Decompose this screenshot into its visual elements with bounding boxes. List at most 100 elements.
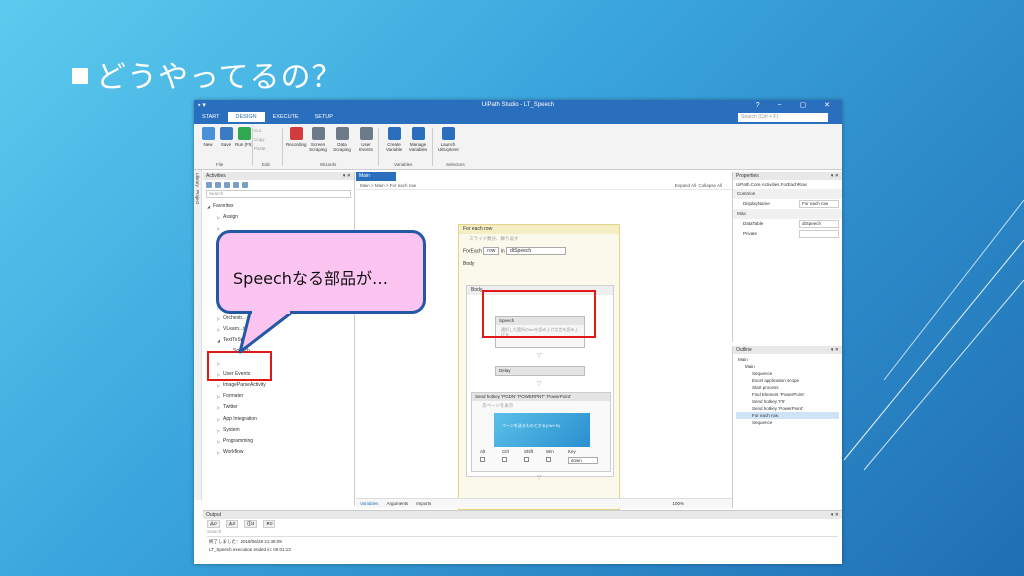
outline-item[interactable]: Send hotkey 'F5' (736, 398, 839, 405)
ribbon-button-5[interactable]: Data Scraping (332, 127, 352, 152)
checkbox[interactable] (546, 457, 551, 462)
outline-item[interactable]: Excel application scope (736, 377, 839, 384)
tab-execute[interactable]: EXECUTE (265, 112, 307, 122)
expand-arrow-icon[interactable]: ▷ (217, 212, 220, 223)
tab-main[interactable]: Main (356, 172, 396, 181)
collapse-icon[interactable] (215, 182, 221, 188)
activity-tree-item[interactable]: ▷ Workflow (203, 447, 354, 458)
expand-arrow-icon[interactable]: ▷ (217, 425, 220, 436)
ribbon-button-1[interactable]: Save (216, 127, 236, 147)
breadcrumb-text[interactable]: Main > Main > For each row (360, 183, 416, 188)
ribbon-button-8[interactable]: Manage Variables (408, 127, 428, 152)
tab-design[interactable]: DESIGN (227, 112, 265, 122)
activities-search[interactable]: Search (206, 190, 351, 198)
side-tab-library[interactable]: Library (195, 173, 200, 187)
property-value-field[interactable] (799, 230, 839, 238)
ribbon-button-9[interactable]: Launch UiExplorer (438, 127, 459, 152)
zoom-level[interactable]: 100% (672, 501, 684, 506)
hotkey-key-field[interactable]: down (568, 457, 598, 464)
tab-imports[interactable]: Imports (416, 501, 431, 506)
panel-pin-icon[interactable]: ▾ ✕ (831, 512, 839, 518)
expand-arrow-icon[interactable]: ◢ (217, 335, 220, 346)
expand-arrow-icon[interactable]: ▷ (217, 414, 220, 425)
activity-tree-item[interactable]: ▷ Programming (203, 436, 354, 447)
ribbon-button-0[interactable]: New (198, 127, 218, 147)
ribbon-button-6[interactable]: User Events (356, 127, 376, 152)
checkbox[interactable] (480, 457, 485, 462)
expand-arrow-icon[interactable]: ▷ (217, 324, 220, 335)
ribbon-button-4[interactable]: Screen Scraping (308, 127, 328, 152)
datatable-field[interactable]: dtSpeech (506, 247, 567, 255)
send-hotkey-activity[interactable]: Send hotkey 'PGDN' 'POWERPNT' 'PowerPoin… (471, 392, 611, 472)
property-row[interactable]: DataTable dtSpeech (733, 219, 842, 229)
filter-icon[interactable] (224, 182, 230, 188)
output-log: 終了しました：2018/06/28 21:36:09 LT_Speech exec… (203, 538, 842, 553)
outline-item[interactable]: Sequence (736, 370, 839, 377)
activity-tree-item[interactable]: ▷ ImageParseActivity (203, 380, 354, 391)
activity-tree-item[interactable]: ▷ Twitter (203, 402, 354, 413)
tab-variables[interactable]: Variables (360, 501, 378, 506)
expand-arrow-icon[interactable]: ◢ (207, 201, 210, 212)
cmd-paste[interactable]: Paste (254, 146, 266, 151)
ribbon-button-7[interactable]: Create Variable (384, 127, 404, 152)
output-filter-trace[interactable]: ✕0 (263, 520, 276, 528)
outline-item[interactable]: Find Element 'PowerPoint' (736, 391, 839, 398)
indicated-screenshot[interactable]: ページを送るものとする(Ctrl+R) (494, 413, 590, 447)
expand-arrow-icon[interactable]: ▷ (217, 402, 220, 413)
checkbox[interactable] (524, 457, 529, 462)
ribbon-button-3[interactable]: Recording (286, 127, 307, 147)
search-box[interactable]: Search (Ctrl + F) (738, 113, 828, 122)
activity-tree-item[interactable]: ▷ Formater (203, 391, 354, 402)
activity-tree-item[interactable]: ▷ App Integration (203, 414, 354, 425)
checkbox[interactable] (502, 457, 507, 462)
property-value-field[interactable]: For each row (799, 200, 839, 208)
property-value-field[interactable]: dtSpeech (799, 220, 839, 228)
tab-start[interactable]: START (194, 112, 228, 122)
activity-tree-item[interactable]: ▷ Assign (203, 212, 354, 223)
panel-pin-icon[interactable]: ▾ ✕ (831, 173, 839, 179)
outline-item[interactable]: Main (736, 363, 839, 370)
cmd-cut[interactable]: Cut (254, 128, 261, 133)
expand-arrow-icon[interactable]: ▷ (217, 391, 220, 402)
outline-item[interactable]: Start process (736, 384, 839, 391)
cmd-copy[interactable]: Copy (254, 137, 265, 142)
refresh-icon[interactable] (233, 182, 239, 188)
tab-arguments[interactable]: Arguments (386, 501, 408, 506)
property-row[interactable]: Private (733, 229, 842, 239)
ribbon-button-2[interactable]: Run (F5) (234, 127, 254, 147)
delay-activity[interactable]: Delay (495, 366, 585, 376)
panel-pin-icon[interactable]: ▾ ✕ (343, 173, 351, 179)
outline-item[interactable]: Send hotkey 'PowerPoint' (736, 405, 839, 412)
expand-arrow-icon[interactable]: ▷ (217, 436, 220, 447)
foreach-title: For each row (459, 225, 619, 234)
activity-tree-item[interactable]: ◢ TextToSpeech (203, 335, 354, 346)
activity-tree-item[interactable]: ▷ Orchestr... (203, 313, 354, 324)
expand-arrow-icon[interactable]: ▷ (217, 313, 220, 324)
outline-item[interactable]: Sequence (736, 419, 839, 426)
row-variable-field[interactable]: row (483, 247, 500, 255)
expand-arrow-icon[interactable]: ▷ (217, 447, 220, 458)
send-hotkey-title: Send hotkey 'PGDN' 'POWERPNT' 'PowerPoin… (472, 393, 610, 401)
output-filter-info[interactable]: ⓘ4 (244, 520, 258, 528)
property-row[interactable]: DisplayName For each row (733, 199, 842, 209)
activity-tree-item[interactable]: ▷ VLearn...th (203, 324, 354, 335)
panel-pin-icon[interactable]: ▾ ✕ (831, 347, 839, 353)
collapse-all-link[interactable]: Collapse All (698, 183, 722, 188)
activity-tree-item[interactable]: ▷ System (203, 425, 354, 436)
settings-icon[interactable] (242, 182, 248, 188)
expand-all-link[interactable]: Expand All (675, 183, 696, 188)
tab-setup[interactable]: SETUP (307, 112, 341, 122)
title-bullet (72, 68, 88, 84)
foreach-label: ForEach (463, 248, 482, 255)
side-tab-project[interactable]: Project (195, 190, 200, 204)
outline-item[interactable]: For each row (736, 412, 839, 419)
activity-tree-item[interactable]: ◢ Favorites (203, 201, 354, 212)
foreach-activity[interactable]: For each row スライド数分、繰り返す ForEach row in … (458, 224, 620, 510)
output-search[interactable]: Search (207, 529, 838, 537)
output-filter-error[interactable]: ⚠0 (207, 520, 220, 528)
expand-arrow-icon[interactable]: ▷ (217, 380, 220, 391)
expand-icon[interactable] (206, 182, 212, 188)
outline-item[interactable]: Main (736, 356, 839, 363)
window-controls[interactable]: ? − ▢ ✕ (756, 101, 838, 109)
output-filter-warning[interactable]: ⚠0 (225, 520, 239, 528)
